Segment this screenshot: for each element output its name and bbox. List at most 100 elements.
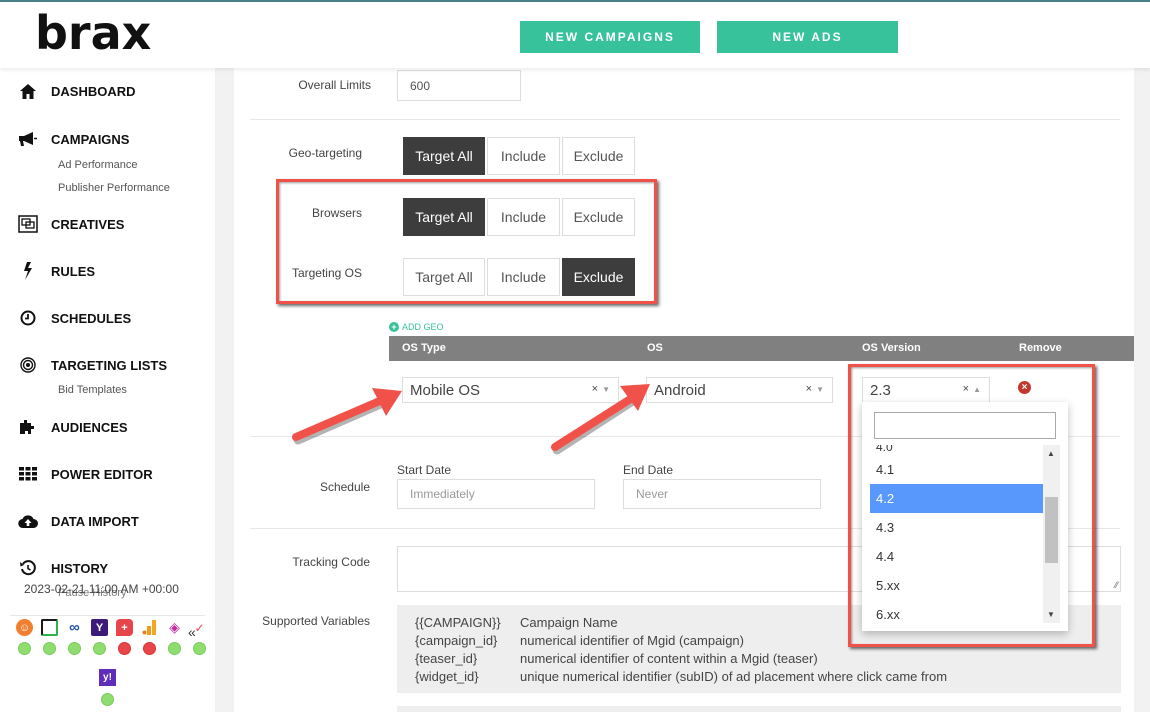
end-date-label: End Date [623, 463, 674, 477]
sidebar-item-label: DASHBOARD [51, 83, 136, 99]
browsers-exclude-button[interactable]: Exclude [562, 198, 635, 236]
chevron-down-icon: ▼ [816, 385, 824, 394]
sidebar-subitem-publisher-performance[interactable]: Publisher Performance [58, 182, 170, 194]
os-version-select[interactable]: 2.3 × ▲ [862, 377, 990, 403]
sidebar-item-creatives[interactable]: CREATIVES [18, 215, 124, 233]
add-geo-link[interactable]: + ADD GEO [389, 322, 444, 332]
geo-target-all-button[interactable]: Target All [403, 137, 485, 175]
status-dot-green [168, 642, 181, 655]
network-status[interactable] [137, 619, 162, 655]
sidebar-item-label: RULES [51, 263, 96, 279]
network-status[interactable]: ∞ [62, 619, 87, 655]
schedule-label: Schedule [319, 480, 370, 494]
variable-row: {campaign_id} numerical identifier of Mgi… [415, 633, 744, 648]
browsers-target-all-button[interactable]: Target All [403, 198, 485, 236]
sidebar-item-label: HISTORY [51, 560, 109, 576]
sidebar-item-schedules[interactable]: SCHEDULES [18, 309, 131, 327]
network-status[interactable] [37, 619, 62, 655]
os-include-button[interactable]: Include [487, 258, 560, 296]
sidebar-item-power-editor[interactable]: POWER EDITOR [18, 465, 153, 483]
clear-icon[interactable]: × [806, 383, 812, 395]
status-dot-red [143, 642, 156, 655]
home-icon [18, 82, 38, 100]
network-2-icon [41, 619, 58, 636]
col-os-version: OS Version [862, 342, 921, 354]
sidebar-item-label: SCHEDULES [51, 310, 132, 326]
network-status[interactable]: Y [87, 619, 112, 655]
status-dot-green [101, 693, 114, 706]
start-date-label: Start Date [397, 463, 452, 477]
remove-row-icon[interactable]: × [1018, 381, 1031, 394]
clear-icon[interactable]: × [592, 383, 598, 395]
sidebar-item-label: CREATIVES [51, 216, 125, 232]
variable-row: {widget_id} unique numerical identifier (… [415, 669, 948, 684]
next-section-box [397, 706, 1121, 712]
yahoo-japan-icon[interactable]: y! [99, 669, 116, 686]
scrollbar-thumb[interactable] [1045, 496, 1058, 563]
puzzle-icon [18, 418, 38, 436]
tracking-code-label: Tracking Code [292, 555, 370, 569]
network-status[interactable]: ◈ [162, 619, 187, 655]
dropdown-option[interactable]: 4.3 [870, 513, 1043, 542]
start-date-input[interactable]: Immediately [397, 479, 595, 509]
sidebar-item-data-import[interactable]: DATA IMPORT [18, 512, 139, 530]
dropdown-option[interactable]: 6.xx [870, 600, 1043, 623]
sidebar-item-history[interactable]: HISTORY [18, 559, 108, 577]
sidebar-item-rules[interactable]: RULES [18, 262, 95, 280]
network-status[interactable]: + [112, 619, 137, 655]
brax-logo[interactable]: brax [35, 6, 151, 60]
network-3-icon: ∞ [66, 619, 83, 636]
scroll-up-icon[interactable]: ▲ [1047, 449, 1055, 458]
os-target-all-button[interactable]: Target All [403, 258, 485, 296]
megaphone-icon [18, 130, 38, 148]
cloud-upload-icon [18, 512, 38, 530]
os-table-header: OS Type OS OS Version Remove [389, 336, 1135, 361]
new-ads-button[interactable]: NEW ADS [717, 21, 898, 53]
os-version-search-input[interactable] [874, 412, 1056, 439]
chevron-up-icon: ▲ [973, 385, 981, 394]
os-exclude-button[interactable]: Exclude [562, 258, 635, 296]
dropdown-option[interactable]: 5.xx [870, 571, 1043, 600]
creatives-icon [18, 215, 38, 233]
resize-handle-icon[interactable]: ⁄⁄ [1115, 580, 1118, 590]
geo-targeting-toggle: Target All Include Exclude [403, 137, 635, 175]
dropdown-option[interactable]: 4.1 [870, 455, 1043, 484]
sidebar-item-targeting-lists[interactable]: TARGETING LISTS [18, 356, 167, 374]
scroll-down-icon[interactable]: ▼ [1047, 610, 1055, 619]
google-analytics-icon [141, 619, 158, 636]
os-select[interactable]: Android × ▼ [646, 377, 833, 403]
sidebar-item-label: DATA IMPORT [51, 513, 139, 529]
dropdown-option[interactable]: 4.0 [870, 445, 1043, 455]
chevron-down-icon: ▼ [602, 385, 610, 394]
sidebar-subitem-ad-performance[interactable]: Ad Performance [58, 159, 137, 171]
browsers-include-button[interactable]: Include [487, 198, 560, 236]
overall-limits-input[interactable]: 600 [397, 70, 521, 101]
targeting-os-toggle: Target All Include Exclude [403, 258, 635, 296]
grid-icon [18, 465, 38, 483]
clear-icon[interactable]: × [963, 383, 969, 395]
sidebar-item-label: AUDIENCES [51, 419, 128, 435]
os-type-select[interactable]: Mobile OS × ▼ [402, 377, 619, 403]
network-status[interactable]: ☺ [12, 619, 37, 655]
sidebar-item-campaigns[interactable]: CAMPAIGNS [18, 130, 129, 148]
collapse-sidebar-icon[interactable]: « [188, 624, 196, 640]
os-version-options: 4.0 4.1 4.2 4.3 4.4 5.xx 6.xx [870, 445, 1043, 623]
end-date-input[interactable]: Never [623, 479, 821, 509]
sidebar-item-label: POWER EDITOR [51, 466, 153, 482]
dropdown-scrollbar[interactable]: ▲ ▼ [1043, 445, 1060, 623]
yahoo-icon: Y [91, 619, 108, 636]
dropdown-option[interactable]: 4.4 [870, 542, 1043, 571]
geo-include-button[interactable]: Include [487, 137, 560, 175]
geo-targeting-label: Geo-targeting [288, 146, 362, 160]
top-bar: brax NEW CAMPAIGNS NEW ADS [0, 0, 1150, 68]
col-os: OS [647, 342, 663, 354]
dropdown-option-highlighted[interactable]: 4.2 [870, 484, 1043, 513]
sidebar-item-audiences[interactable]: AUDIENCES [18, 418, 128, 436]
browsers-toggle: Target All Include Exclude [403, 198, 635, 236]
sidebar-item-dashboard[interactable]: DASHBOARD [18, 82, 136, 100]
divider [250, 119, 1120, 120]
target-icon [18, 356, 38, 374]
geo-exclude-button[interactable]: Exclude [562, 137, 635, 175]
sidebar-subitem-bid-templates[interactable]: Bid Templates [58, 384, 127, 396]
new-campaigns-button[interactable]: NEW CAMPAIGNS [520, 21, 700, 53]
